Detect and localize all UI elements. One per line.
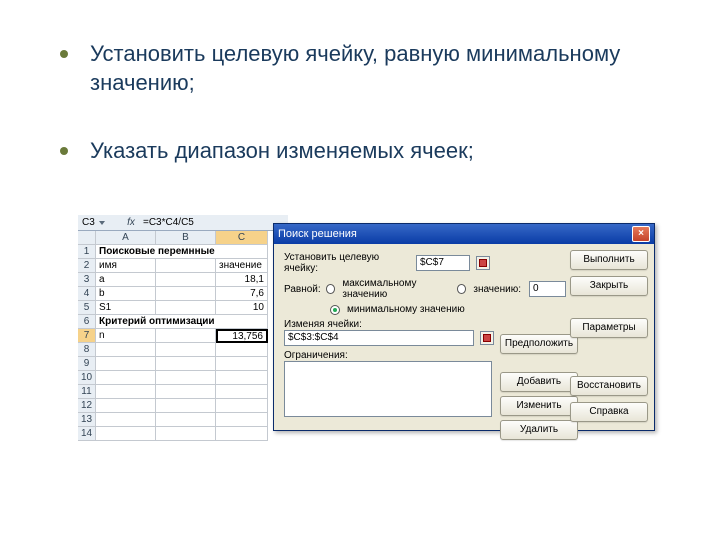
cell[interactable]	[96, 399, 156, 413]
cell[interactable]: значение	[216, 259, 268, 273]
delete-button[interactable]: Удалить	[500, 420, 578, 440]
cell[interactable]	[156, 343, 216, 357]
row-header[interactable]: 10	[78, 371, 96, 385]
cell[interactable]	[216, 371, 268, 385]
value-input[interactable]: 0	[529, 281, 566, 297]
excel-fragment: C3 fx =C3*C4/C5 A B C 1 Поисковые перемн…	[78, 215, 288, 441]
help-button[interactable]: Справка	[570, 402, 648, 422]
cell[interactable]	[156, 427, 216, 441]
cell[interactable]	[156, 329, 216, 343]
cell[interactable]: n	[96, 329, 156, 343]
cell[interactable]: 18,1	[216, 273, 268, 287]
cell[interactable]	[96, 413, 156, 427]
col-header-c[interactable]: C	[216, 231, 268, 245]
cell[interactable]	[96, 371, 156, 385]
cell[interactable]: a	[96, 273, 156, 287]
cell[interactable]	[156, 371, 216, 385]
options-button[interactable]: Параметры	[570, 318, 648, 338]
cell[interactable]	[96, 343, 156, 357]
changing-cells-label: Изменяя ячейки:	[284, 319, 566, 330]
row-header[interactable]: 7	[78, 329, 96, 343]
cell[interactable]: Поисковые перемнные	[96, 245, 268, 259]
guess-button[interactable]: Предположить	[500, 334, 578, 354]
cell[interactable]	[156, 413, 216, 427]
close-icon[interactable]: ×	[632, 226, 650, 242]
dialog-titlebar[interactable]: Поиск решения ×	[274, 224, 654, 244]
bullet-2: Указать диапазон изменяемых ячеек;	[60, 137, 660, 166]
row-header[interactable]: 12	[78, 399, 96, 413]
row-header[interactable]: 1	[78, 245, 96, 259]
cell[interactable]	[216, 357, 268, 371]
target-cell-input[interactable]: $C$7	[416, 255, 470, 271]
col-header-a[interactable]: A	[96, 231, 156, 245]
row-header[interactable]: 2	[78, 259, 96, 273]
ref-picker-icon[interactable]	[476, 256, 490, 270]
radio-min[interactable]	[330, 305, 340, 315]
row-header[interactable]: 11	[78, 385, 96, 399]
changing-cells-input[interactable]: $C$3:$C$4	[284, 330, 474, 346]
radio-value[interactable]	[457, 284, 466, 294]
fx-icon[interactable]: fx	[123, 217, 139, 228]
cell[interactable]	[96, 357, 156, 371]
cell[interactable]	[156, 287, 216, 301]
row-header[interactable]: 3	[78, 273, 96, 287]
cell[interactable]: S1	[96, 301, 156, 315]
namebox-dropdown-icon[interactable]	[99, 221, 105, 225]
cell[interactable]	[156, 385, 216, 399]
cell[interactable]	[216, 343, 268, 357]
add-button[interactable]: Добавить	[500, 372, 578, 392]
screenshot: C3 fx =C3*C4/C5 A B C 1 Поисковые перемн…	[78, 215, 658, 445]
col-header-b[interactable]: B	[156, 231, 216, 245]
constraints-listbox[interactable]	[284, 361, 492, 417]
ref-picker-icon[interactable]	[480, 331, 494, 345]
cell[interactable]: Критерий оптимизации	[96, 315, 268, 329]
target-cell-label: Установить целевую ячейку:	[284, 252, 412, 274]
cell[interactable]	[216, 399, 268, 413]
run-button[interactable]: Выполнить	[570, 250, 648, 270]
radio-value-label: значению:	[473, 284, 521, 295]
cell[interactable]	[216, 385, 268, 399]
solver-dialog: Поиск решения × Установить целевую ячейк…	[273, 223, 655, 431]
cell[interactable]	[216, 427, 268, 441]
dialog-title: Поиск решения	[278, 228, 632, 240]
row-header[interactable]: 6	[78, 315, 96, 329]
select-all-corner[interactable]	[78, 231, 96, 245]
cell[interactable]	[156, 357, 216, 371]
cell[interactable]	[216, 413, 268, 427]
row-header[interactable]: 4	[78, 287, 96, 301]
reset-button[interactable]: Восстановить	[570, 376, 648, 396]
equal-label: Равной:	[284, 284, 322, 295]
cell[interactable]: b	[96, 287, 156, 301]
cell[interactable]	[156, 301, 216, 315]
name-box[interactable]: C3	[82, 217, 95, 228]
active-cell[interactable]: 13,756	[216, 329, 268, 343]
radio-max[interactable]	[326, 284, 335, 294]
cell[interactable]	[96, 385, 156, 399]
cell[interactable]	[156, 273, 216, 287]
change-button[interactable]: Изменить	[500, 396, 578, 416]
close-button[interactable]: Закрыть	[570, 276, 648, 296]
spreadsheet-grid[interactable]: A B C 1 Поисковые перемнные 2 имя значен…	[78, 231, 288, 441]
cell[interactable]	[96, 427, 156, 441]
row-header[interactable]: 13	[78, 413, 96, 427]
radio-max-label: максимальному значению	[342, 278, 453, 300]
cell[interactable]: 7,6	[216, 287, 268, 301]
row-header[interactable]: 5	[78, 301, 96, 315]
cell[interactable]	[156, 399, 216, 413]
row-header[interactable]: 9	[78, 357, 96, 371]
row-header[interactable]: 14	[78, 427, 96, 441]
cell[interactable]	[156, 259, 216, 273]
bullet-1: Установить целевую ячейку, равную минима…	[60, 40, 660, 97]
row-header[interactable]: 8	[78, 343, 96, 357]
cell[interactable]: 10	[216, 301, 268, 315]
cell[interactable]: имя	[96, 259, 156, 273]
formula-text[interactable]: =C3*C4/C5	[139, 217, 288, 228]
radio-min-label: минимальному значению	[347, 304, 465, 315]
formula-bar: C3 fx =C3*C4/C5	[78, 215, 288, 231]
